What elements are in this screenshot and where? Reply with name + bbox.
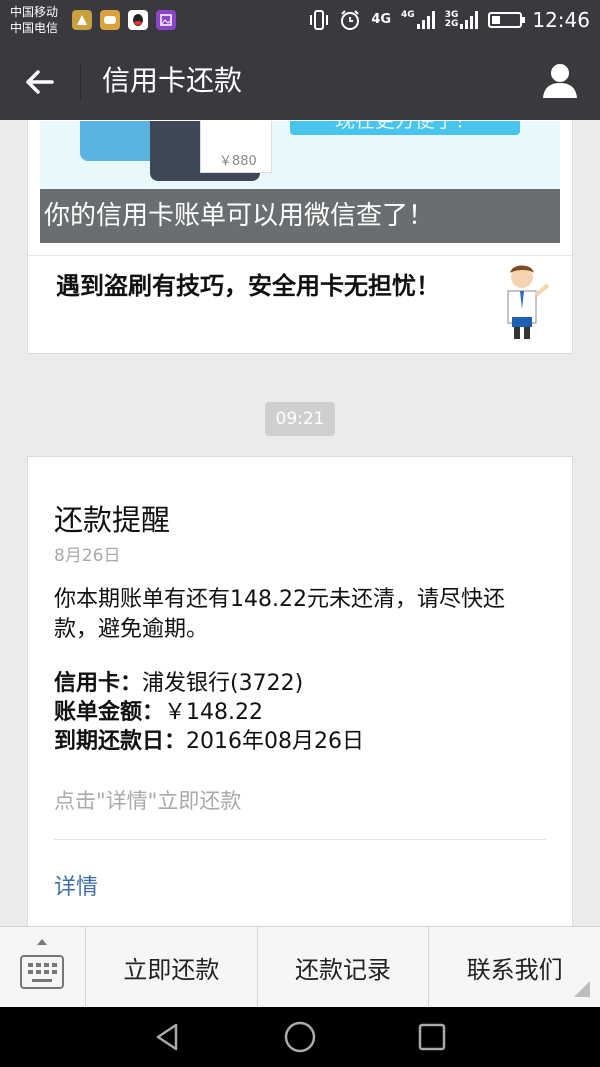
notification-icons xyxy=(72,10,176,30)
battery-icon xyxy=(488,12,526,28)
menu-contact-us[interactable]: 联系我们 xyxy=(429,927,600,1007)
chevron-up-icon xyxy=(37,939,47,945)
person-icon xyxy=(543,64,577,98)
app-notification-icon xyxy=(72,10,92,30)
menu-repay-now[interactable]: 立即还款 xyxy=(86,927,258,1007)
menu-repay-history[interactable]: 还款记录 xyxy=(258,927,430,1007)
detail-value: ￥148.22 xyxy=(164,700,263,725)
vibrate-icon xyxy=(310,10,329,30)
back-arrow-icon xyxy=(26,70,54,94)
title-bar: 信用卡还款 xyxy=(0,42,600,120)
signal-bars-icon xyxy=(460,11,479,29)
status-indicators: 4G 4G 3G 2G 12:46 xyxy=(309,8,590,32)
reminder-hint: 点击"详情"立即还款 xyxy=(54,789,242,813)
banner-amount: ￥880 xyxy=(219,154,257,169)
banner-receipt-graphic: ￥880 xyxy=(200,121,272,173)
message-notification-icon xyxy=(100,10,120,30)
nav-recents-icon[interactable] xyxy=(414,1019,450,1055)
divider xyxy=(28,255,572,256)
nav-back-icon[interactable] xyxy=(150,1019,186,1055)
detail-value: 2016年08月26日 xyxy=(186,729,364,754)
article-item-title[interactable]: 遇到盗刷有技巧，安全用卡无担忧！ xyxy=(56,269,456,303)
profile-button[interactable] xyxy=(540,60,580,100)
clock: 12:46 xyxy=(532,8,590,32)
detail-value: 浦发银行(3722) xyxy=(142,671,304,696)
menu-contact-us-label: 联系我们 xyxy=(466,955,563,984)
article-card[interactable]: ￥880 现在更方便了！ 你的信用卡账单可以用微信查了！ 遇到盗刷有技巧，安全用… xyxy=(27,120,573,354)
signal-bars-icon xyxy=(416,11,435,29)
banner-slogan: 现在更方便了！ xyxy=(290,121,520,135)
reminder-details: 信用卡：浦发银行(3722) 账单金额：￥148.22 到期还款日：2016年0… xyxy=(54,669,364,756)
gallery-notification-icon xyxy=(156,10,176,30)
signal-1: 4G xyxy=(401,11,435,29)
detail-row-card: 信用卡：浦发银行(3722) xyxy=(54,669,364,698)
reminder-date: 8月26日 xyxy=(54,546,121,566)
reminder-message: 你本期账单有还有148.22元未还清，请尽快还款，避免逾期。 xyxy=(54,587,505,642)
network-2g-label: 2G xyxy=(444,19,459,29)
divider xyxy=(54,839,546,840)
businessman-mascot-icon xyxy=(507,265,550,339)
qq-notification-icon xyxy=(128,10,148,30)
title-divider xyxy=(80,64,81,100)
back-button[interactable] xyxy=(18,62,62,102)
signal-2: 3G 2G xyxy=(445,11,479,29)
reminder-title: 还款提醒 xyxy=(54,503,171,537)
carrier-2: 中国电信 xyxy=(10,21,59,35)
reminder-card[interactable]: 还款提醒 8月26日 你本期账单有还有148.22元未还清，请尽快还款，避免逾期… xyxy=(27,456,573,926)
banner-caption: 你的信用卡账单可以用微信查了！ xyxy=(40,189,560,243)
article-banner[interactable]: ￥880 现在更方便了！ 你的信用卡账单可以用微信查了！ xyxy=(40,121,560,243)
submenu-indicator-icon xyxy=(574,981,591,997)
bottom-menu: 立即还款 还款记录 联系我们 xyxy=(0,926,600,1007)
carrier-info: 中国移动 中国电信 xyxy=(10,4,58,36)
nav-home-icon[interactable] xyxy=(282,1019,318,1055)
network-4g-label: 4G xyxy=(371,12,392,27)
message-timestamp: 09:21 xyxy=(265,402,335,436)
detail-row-due-date: 到期还款日：2016年08月26日 xyxy=(54,727,364,756)
alarm-icon xyxy=(341,10,360,30)
network-4g-small-label: 4G xyxy=(401,10,415,20)
detail-label: 账单金额： xyxy=(54,700,165,725)
keyboard-icon xyxy=(20,955,64,989)
keyboard-toggle-button[interactable] xyxy=(0,927,86,1007)
system-nav-bar xyxy=(0,1007,600,1067)
details-link[interactable]: 详情 xyxy=(54,869,98,901)
detail-row-amount: 账单金额：￥148.22 xyxy=(54,698,364,727)
carrier-1: 中国移动 xyxy=(10,5,59,19)
status-bar: 中国移动 中国电信 4G 4G 3G 2G 12:46 xyxy=(0,0,600,42)
detail-label: 到期还款日： xyxy=(54,729,187,754)
chat-content[interactable]: ￥880 现在更方便了！ 你的信用卡账单可以用微信查了！ 遇到盗刷有技巧，安全用… xyxy=(0,120,600,926)
page-title: 信用卡还款 xyxy=(102,64,243,97)
detail-label: 信用卡： xyxy=(54,671,143,696)
